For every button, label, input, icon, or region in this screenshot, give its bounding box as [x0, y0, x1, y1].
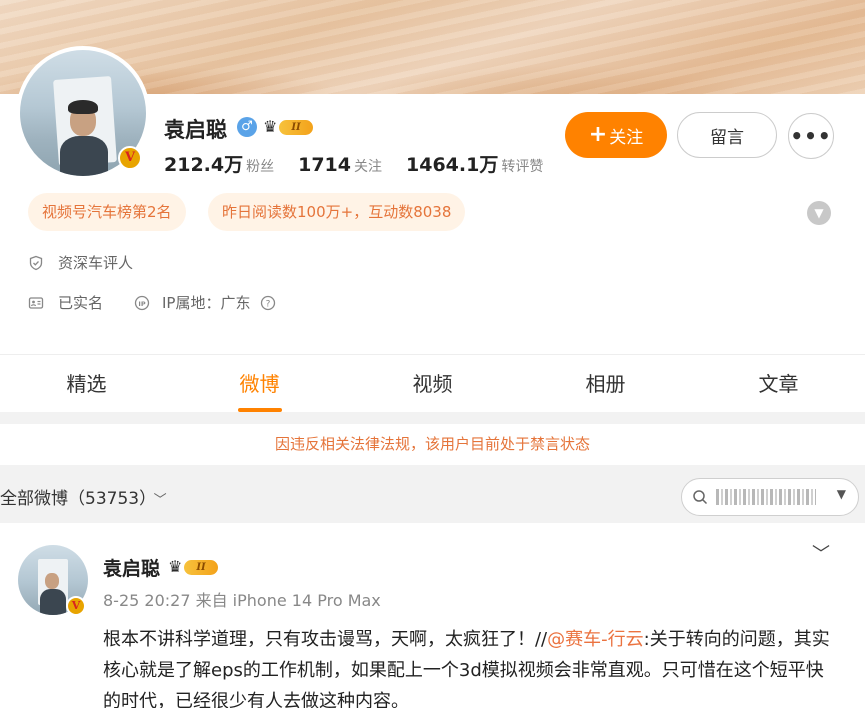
follow-button-label: 关注 [609, 127, 644, 148]
post-author-name[interactable]: 袁启聪 [103, 554, 160, 581]
stat-following[interactable]: 1714 关注 [298, 154, 382, 176]
help-question-icon[interactable]: ? [260, 295, 276, 311]
search-icon [692, 489, 708, 509]
vip-level: II [279, 120, 313, 135]
verification-text: 资深车评人 [58, 254, 134, 272]
tab-video[interactable]: 视频 [346, 355, 519, 412]
tab-album[interactable]: 相册 [519, 355, 692, 412]
plus-icon: + [588, 122, 608, 147]
section-divider [0, 412, 865, 424]
vip-crown-icon[interactable]: ♛ II [263, 117, 315, 137]
shield-icon [28, 255, 44, 271]
stat-engagement-label: 转评赞 [501, 159, 544, 175]
verified-v-icon: V [118, 146, 142, 170]
message-button[interactable]: 留言 [677, 112, 777, 158]
profile-tabs: 精选 微博 视频 相册 文章 [0, 354, 865, 412]
post-menu-chevron-icon[interactable]: ﹀ [812, 540, 830, 566]
stat-fans-label: 粉丝 [246, 159, 275, 175]
tab-weibo[interactable]: 微博 [173, 355, 346, 412]
svg-text:?: ? [266, 299, 271, 309]
tab-featured[interactable]: 精选 [0, 355, 173, 412]
stat-following-value: 1714 [298, 154, 351, 176]
ip-location-text: IP属地：广东 [162, 294, 251, 312]
id-card-icon [28, 295, 44, 311]
svg-text:IP: IP [138, 299, 145, 307]
feed-filter-label: 全部微博（53753） [0, 489, 148, 509]
honor-tag-ranking[interactable]: 视频号汽车榜第2名 [28, 193, 186, 231]
stat-engagement-value: 1464.1万 [406, 154, 499, 176]
profile-stats: 212.4万 粉丝 1714 关注 1464.1万 转评赞 [164, 150, 543, 177]
stat-following-label: 关注 [354, 159, 382, 175]
stat-engagement: 1464.1万 转评赞 [406, 150, 543, 177]
ip-location-row: IP IP属地：广东 ? [134, 292, 276, 313]
tab-articles[interactable]: 文章 [692, 355, 865, 412]
chevron-down-icon: ﹀ [153, 493, 167, 508]
stat-fans-value: 212.4万 [164, 154, 244, 176]
male-icon: ♂ [237, 117, 257, 137]
follow-button[interactable]: + 关注 [565, 112, 667, 158]
feed-filter-dropdown[interactable]: 全部微博（53753） ﹀ [0, 484, 167, 509]
ip-icon: IP [134, 295, 150, 311]
verification-row: 资深车评人 [28, 252, 133, 273]
verified-v-icon: V [66, 596, 86, 616]
caret-down-icon[interactable]: ▼ [837, 487, 846, 501]
ban-notice: 因违反相关法律法规，该用户目前处于禁言状态 [0, 424, 865, 465]
feed-search-input[interactable]: ▼ [681, 478, 859, 516]
post-mention-link[interactable]: @赛车-行云 [547, 629, 644, 650]
search-placeholder-blurred [716, 489, 816, 505]
post-text: 根本不讲科学道理，只有攻击谩骂，天啊，太疯狂了！//@赛车-行云:关于转向的问题… [103, 624, 833, 708]
real-name-text: 已实名 [58, 294, 104, 312]
real-name-row: 已实名 [28, 292, 103, 313]
expand-chevron-icon[interactable]: ▼ [807, 201, 831, 225]
vip-crown-icon[interactable]: ♛ II [168, 557, 220, 577]
post-text-part1: 根本不讲科学道理，只有攻击谩骂，天啊，太疯狂了！// [103, 629, 548, 650]
vip-level: II [184, 560, 218, 575]
profile-name: 袁启聪 [164, 118, 227, 142]
honor-tag-reads[interactable]: 昨日阅读数100万+，互动数8038 [208, 193, 466, 231]
more-options-button[interactable]: ••• [788, 113, 834, 159]
stat-fans[interactable]: 212.4万 粉丝 [164, 150, 274, 177]
post-meta: 8-25 20:27 来自 iPhone 14 Pro Max [103, 591, 381, 610]
